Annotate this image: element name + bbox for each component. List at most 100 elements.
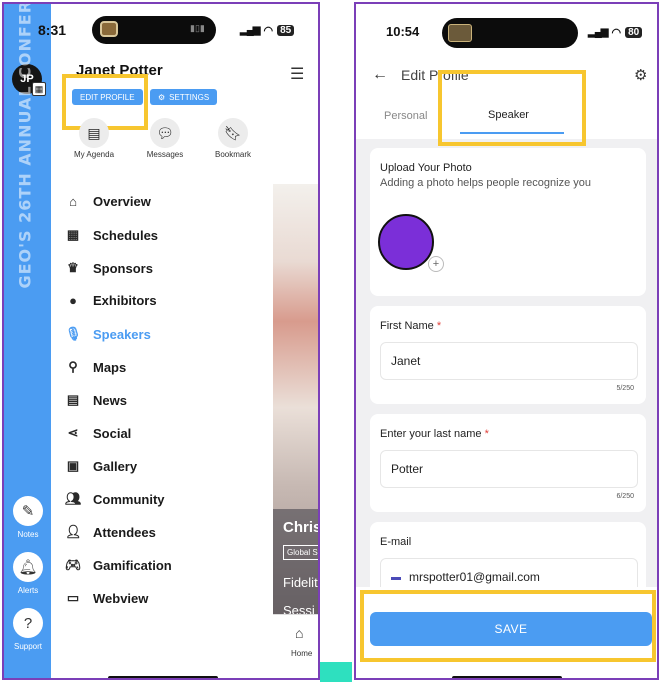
profile-photo[interactable] — [378, 214, 434, 270]
save-button[interactable]: SAVE — [370, 612, 652, 646]
last-name-label: Enter your last name * — [380, 428, 489, 440]
menu-item-label: Speakers — [93, 326, 151, 342]
bookmark-label: Bookmark — [214, 150, 251, 159]
alerts-button[interactable]: 🔔︎ — [13, 552, 43, 582]
document-icon: ▤ — [66, 392, 80, 407]
home-icon: ⌂ — [69, 194, 77, 209]
speaker-name: Chris — [283, 519, 320, 536]
status-indicators: ▂▄▆ ◠ 80 — [588, 26, 643, 39]
gear-icon[interactable]: ⚙ — [634, 66, 647, 84]
menu-item-label: Maps — [93, 359, 127, 375]
agenda-icon[interactable]: ▤ — [79, 118, 109, 148]
home-icon[interactable]: ⌂ — [295, 625, 303, 641]
bottom-tab-bar: ⌂ Home — [273, 614, 318, 678]
email-icon: ▬ — [391, 571, 401, 583]
signal-icon: ▂▄▆ — [588, 27, 608, 38]
menu-item-label: Community — [93, 491, 165, 507]
first-name-card: First Name * Janet 5/250 — [370, 306, 646, 404]
upload-subtitle: Adding a photo helps people recognize yo… — [380, 177, 591, 189]
calendar-icon: ▦ — [66, 227, 80, 242]
first-name-label: First Name * — [380, 320, 442, 332]
edit-profile-button[interactable]: EDIT PROFILE — [72, 89, 143, 105]
alerts-label: Alerts — [17, 586, 39, 595]
bookmark-icon[interactable]: 🔖︎ — [218, 118, 248, 148]
menu-item-community[interactable]: 👥︎ Community — [65, 491, 165, 507]
menu-item-gamification[interactable]: 🎮︎ Gamification — [65, 557, 172, 573]
last-name-card: Enter your last name * Potter 6/250 — [370, 414, 646, 512]
home-indicator — [108, 676, 218, 678]
messages-icon[interactable]: 💬︎ — [150, 118, 180, 148]
menu-item-label: Social — [93, 425, 132, 441]
last-name-counter: 6/250 — [616, 493, 634, 500]
status-time: 10:54 — [386, 24, 420, 39]
background-strip — [320, 662, 352, 682]
menu-item-label: Sponsors — [93, 260, 153, 276]
dynamic-island: ▮▯▮ — [92, 16, 216, 44]
right-phone-screen: 10:54 ▂▄▆ ◠ 80 ← Edit Profile ⚙ Personal… — [354, 2, 659, 680]
side-menu: ⌂ Overview ▦ Schedules ♛ Sponsors ● Exhibito… — [51, 182, 273, 678]
wifi-icon: ◠ — [611, 27, 622, 39]
back-arrow-icon[interactable]: ← — [372, 66, 388, 84]
signal-icon: ▂▄▆ — [240, 25, 260, 36]
menu-item-label: Gallery — [93, 458, 138, 474]
menu-item-social[interactable]: ⋖ Social — [65, 425, 132, 441]
status-indicators: ▂▄▆ ◠ 85 — [240, 24, 295, 37]
upload-title: Upload Your Photo — [380, 162, 472, 174]
battery-icon: 80 — [625, 27, 643, 38]
menu-item-schedules[interactable]: ▦ Schedules — [65, 227, 158, 243]
home-tab-label[interactable]: Home — [291, 649, 312, 658]
first-name-input[interactable]: Janet — [380, 342, 638, 380]
gamepad-icon: 🎮︎ — [65, 557, 82, 572]
settings-button[interactable]: ⚙ SETTINGS — [150, 89, 218, 105]
menu-item-label: News — [93, 392, 127, 408]
add-photo-icon[interactable]: + — [428, 256, 444, 272]
menu-item-webview[interactable]: ▭ Webview — [65, 590, 149, 606]
group-icon: 👥︎ — [65, 491, 82, 506]
menu-item-speakers[interactable]: 🎙︎ Speakers — [65, 326, 151, 342]
browser-icon: ▭ — [66, 590, 80, 605]
menu-item-attendees[interactable]: 👤︎ Attendees — [65, 524, 156, 540]
left-phone-screen: 8:31 ▮▯▮ ▂▄▆ ◠ 85 JP ▦ GEO'S 26TH ANNUAL… — [2, 2, 320, 680]
image-icon: ▣ — [66, 458, 80, 473]
share-icon: ⋖ — [67, 425, 79, 440]
speaker-overlay: Chris Global S Fidelit Sessi — [273, 509, 320, 618]
gear-icon: ⚙ — [158, 92, 166, 102]
app-icon — [100, 21, 118, 37]
speaker-tag: Global S — [283, 545, 318, 560]
menu-item-gallery[interactable]: ▣ Gallery — [65, 458, 137, 474]
menu-item-news[interactable]: ▤ News — [65, 392, 127, 408]
tab-personal[interactable]: Personal — [384, 110, 427, 122]
wifi-icon: ◠ — [263, 25, 274, 37]
last-name-input[interactable]: Potter — [380, 450, 638, 488]
settings-label: SETTINGS — [169, 92, 210, 102]
pencil-icon: ✎ — [21, 503, 35, 520]
menu-item-overview[interactable]: ⌂ Overview — [65, 194, 151, 209]
messages-label: Messages — [146, 150, 184, 159]
dynamic-island — [442, 18, 578, 48]
crown-icon: ♛ — [67, 260, 79, 275]
lightbulb-icon: ● — [69, 293, 77, 308]
app-icon — [448, 24, 472, 42]
support-button[interactable]: ? — [13, 608, 43, 638]
menu-item-label: Overview — [93, 194, 151, 209]
speaker-company: Fidelit — [283, 575, 318, 590]
microphone-icon: 🎙︎ — [65, 326, 82, 341]
waveform-icon: ▮▯▮ — [190, 23, 205, 33]
home-indicator — [452, 676, 562, 678]
speaker-tab-highlight — [438, 70, 586, 146]
menu-item-label: Gamification — [93, 557, 172, 573]
conference-brand: GEO'S 26TH ANNUAL CONFERENCE — [15, 2, 35, 289]
map-pin-icon: ⚲ — [68, 359, 78, 374]
menu-item-maps[interactable]: ⚲ Maps — [65, 359, 126, 375]
menu-item-label: Attendees — [93, 524, 156, 540]
status-time: 8:31 — [38, 22, 67, 38]
hamburger-icon[interactable]: ☰ — [290, 64, 304, 84]
battery-icon: 85 — [277, 25, 295, 36]
menu-item-exhibitors[interactable]: ● Exhibitors — [65, 293, 157, 308]
email-label: E-mail — [380, 536, 412, 548]
notes-button[interactable]: ✎ — [13, 496, 43, 526]
menu-item-sponsors[interactable]: ♛ Sponsors — [65, 260, 153, 276]
email-value: mrspotter01@gmail.com — [409, 570, 540, 584]
bell-icon: 🔔︎ — [18, 559, 38, 576]
first-name-counter: 5/250 — [616, 385, 634, 392]
